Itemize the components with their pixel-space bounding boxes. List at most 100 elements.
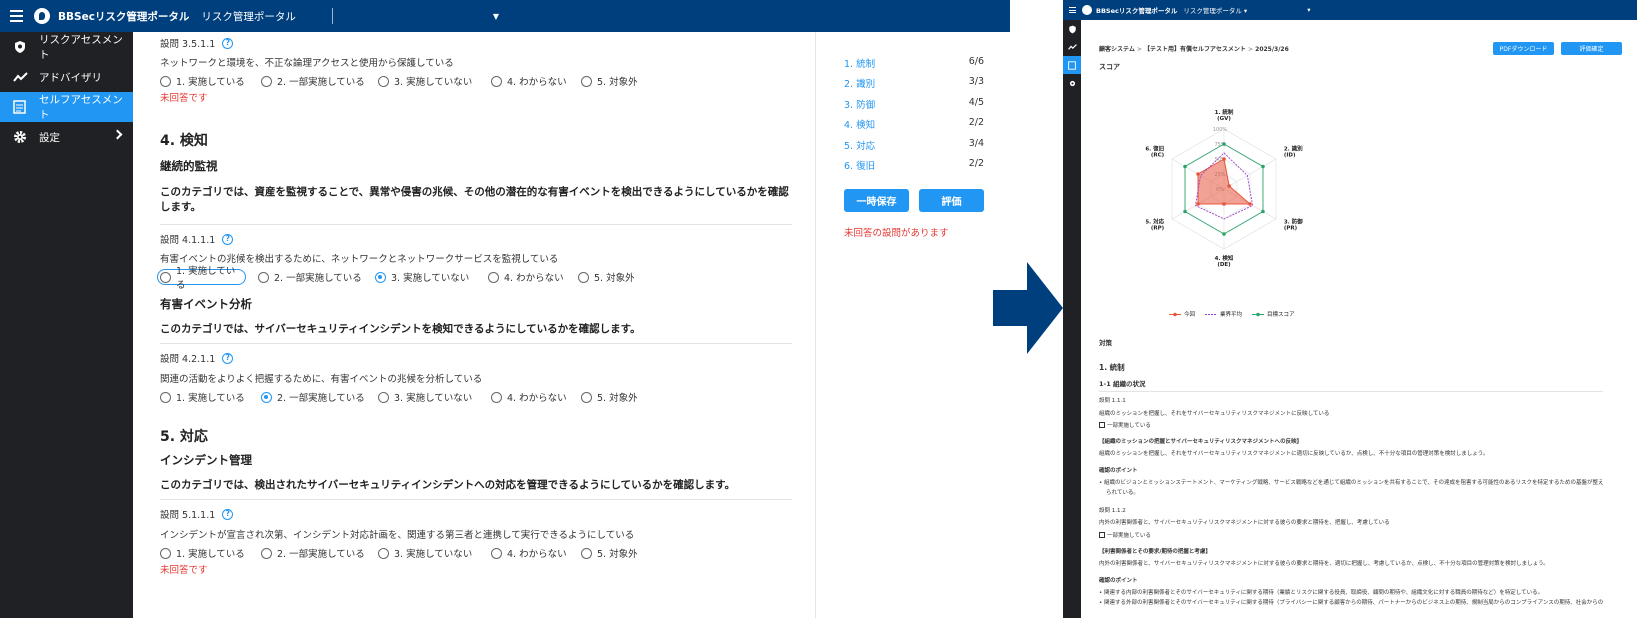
gear-icon[interactable]: [1063, 74, 1081, 92]
radio-button[interactable]: [581, 391, 592, 403]
radio-button[interactable]: [581, 75, 592, 87]
save-draft-button[interactable]: 一時保存: [844, 189, 909, 212]
radio-button[interactable]: [378, 547, 389, 559]
trend-icon[interactable]: [1063, 38, 1081, 56]
breadcrumb-item: 2025/3/26: [1255, 46, 1289, 53]
question-list: 設問 3.5.1.1? ネットワークと環境を、不正な論理アクセスと使用から保護し…: [157, 32, 792, 618]
answer-option[interactable]: 5. 対象外: [578, 269, 635, 285]
progress-row[interactable]: 1. 統制 6/6: [844, 56, 984, 70]
answer-option[interactable]: 3. 実施していない: [378, 389, 491, 405]
radio-button[interactable]: [160, 271, 171, 283]
series-point-3: [1183, 209, 1187, 214]
app-brand: BBSecリスク管理ポータル: [1096, 7, 1178, 15]
self-assessment-form-screen: BBSecリスク管理ポータル リスク管理ポータル ▼ リスクアセスメント アドバ…: [0, 0, 1010, 618]
help-icon[interactable]: ?: [222, 508, 234, 520]
app-brand: BBSecリスク管理ポータル: [58, 10, 190, 23]
radio-button[interactable]: [378, 391, 389, 403]
subcategory-heading: 継続的監視: [160, 159, 218, 173]
help-icon[interactable]: ?: [222, 233, 234, 245]
app-title: リスク管理ポータル: [201, 10, 296, 23]
answer-option[interactable]: 2. 一部実施している: [258, 269, 375, 285]
menu-icon[interactable]: [2, 0, 30, 32]
sidebar-item-settings[interactable]: 設定: [0, 122, 133, 152]
progress-row[interactable]: 2. 識別 3/3: [844, 76, 984, 90]
legend-swatch: [1205, 313, 1218, 315]
progress-row[interactable]: 4. 検知 2/2: [844, 117, 984, 131]
answer-option[interactable]: 2. 一部実施している: [261, 73, 378, 89]
answer-option[interactable]: 3. 実施していない: [375, 269, 488, 285]
pdf-download-button[interactable]: PDFダウンロード: [1493, 42, 1554, 55]
series-point-1: [1222, 202, 1226, 206]
radio-button[interactable]: [258, 271, 269, 283]
answer-option[interactable]: 5. 対象外: [581, 73, 638, 89]
radio-button[interactable]: [160, 75, 171, 87]
legend-item: 目標スコア: [1252, 310, 1295, 318]
category-description: このカテゴリでは、検出されたサイバーセキュリティインシデントへの対応を管理できる…: [160, 479, 736, 491]
radio-button[interactable]: [488, 271, 499, 283]
help-icon[interactable]: ?: [222, 352, 234, 364]
menu-icon[interactable]: [1065, 7, 1079, 13]
question-number: 設問 1.1.2: [1099, 508, 1126, 514]
answer-option[interactable]: 1. 実施している: [160, 389, 261, 405]
answer-option[interactable]: 5. 対象外: [581, 389, 638, 405]
radio-button[interactable]: [491, 391, 502, 403]
answer-option[interactable]: 1. 実施している: [157, 266, 246, 291]
divider: [160, 224, 792, 225]
progress-row[interactable]: 3. 防御 4/5: [844, 97, 984, 111]
radio-button[interactable]: [160, 391, 171, 403]
answer-option[interactable]: 4. わからない: [491, 389, 581, 405]
top-app-bar: BBSecリスク管理ポータル リスク管理ポータル ▼: [0, 0, 1010, 32]
evaluate-button[interactable]: 評価: [919, 189, 984, 212]
shield-search-icon[interactable]: [1063, 20, 1081, 38]
answer-option[interactable]: 4. わからない: [488, 269, 578, 285]
measures-title: 対策: [1099, 339, 1112, 347]
answer-options: 1. 実施している 2. 一部実施している 3. 実施していない 4. わからな…: [160, 73, 638, 89]
sidebar-item-risk-assessment[interactable]: リスクアセスメント: [0, 32, 133, 62]
help-icon[interactable]: ?: [222, 37, 234, 49]
advice-text: 内外の利害関係者と、サイバーセキュリティリスクマネジメントに対する彼らの要求と期…: [1099, 561, 1549, 567]
subcategory-heading: インシデント管理: [160, 453, 252, 467]
series-point-1: [1227, 184, 1231, 188]
confirm-evaluation-button[interactable]: 評価確定: [1561, 42, 1622, 55]
answer-option[interactable]: 3. 実施していない: [378, 545, 491, 561]
trend-icon: [12, 69, 28, 85]
answer-option[interactable]: 1. 実施している: [160, 73, 261, 89]
app-title[interactable]: リスク管理ポータル ▾: [1183, 5, 1247, 15]
radio-button[interactable]: [261, 75, 272, 87]
answer-option[interactable]: 5. 対象外: [581, 545, 638, 561]
subcategory-heading: 有害イベント分析: [160, 297, 252, 311]
radio-button[interactable]: [491, 547, 502, 559]
checkpoint-item: • 組織のビジョンとミッションステートメント、マーケティング戦略、サービス戦略な…: [1099, 480, 1604, 486]
breadcrumb-item[interactable]: 【テスト用】有償セルフアセスメント: [1144, 46, 1246, 53]
radar-axis-label: (RC): [1151, 153, 1165, 159]
radio-button[interactable]: [491, 75, 502, 87]
answer-option[interactable]: 4. わからない: [491, 545, 581, 561]
advice-heading: 【利害関係者とその要求/期待の把握と考慮】: [1099, 549, 1211, 555]
radio-button-selected[interactable]: [261, 391, 272, 403]
sidebar-item-self-assessment[interactable]: セルフアセスメント: [0, 92, 133, 122]
progress-row[interactable]: 6. 復旧 2/2: [844, 158, 984, 172]
list-icon[interactable]: [1063, 56, 1081, 74]
answer-option[interactable]: 4. わからない: [491, 73, 581, 89]
answer-option[interactable]: 2. 一部実施している: [261, 545, 378, 561]
app-logo: [1082, 5, 1092, 15]
comparison-stage: BBSecリスク管理ポータル リスク管理ポータル ▼ リスクアセスメント アドバ…: [0, 0, 1637, 618]
progress-row[interactable]: 5. 対応 3/4: [844, 138, 984, 152]
radio-button[interactable]: [378, 75, 389, 87]
chevron-down-icon[interactable]: ▾: [1307, 6, 1310, 14]
series-point-3: [1222, 142, 1226, 146]
series-point-1: [1196, 202, 1200, 206]
answer-option[interactable]: 2. 一部実施している: [261, 389, 378, 405]
sidebar-item-advisory[interactable]: アドバイザリ: [0, 62, 133, 92]
radio-button-selected[interactable]: [375, 271, 386, 283]
breadcrumb-item[interactable]: 顧客システム: [1099, 46, 1135, 53]
answer-option[interactable]: 1. 実施している: [160, 545, 261, 561]
chevron-down-icon[interactable]: ▼: [493, 12, 499, 21]
radio-button[interactable]: [578, 271, 589, 283]
unanswered-message: 未回答です: [160, 93, 208, 104]
radio-button[interactable]: [581, 547, 592, 559]
question-text: ネットワークと環境を、不正な論理アクセスと使用から保護している: [160, 58, 454, 69]
radio-button[interactable]: [160, 547, 171, 559]
radio-button[interactable]: [261, 547, 272, 559]
answer-option[interactable]: 3. 実施していない: [378, 73, 491, 89]
